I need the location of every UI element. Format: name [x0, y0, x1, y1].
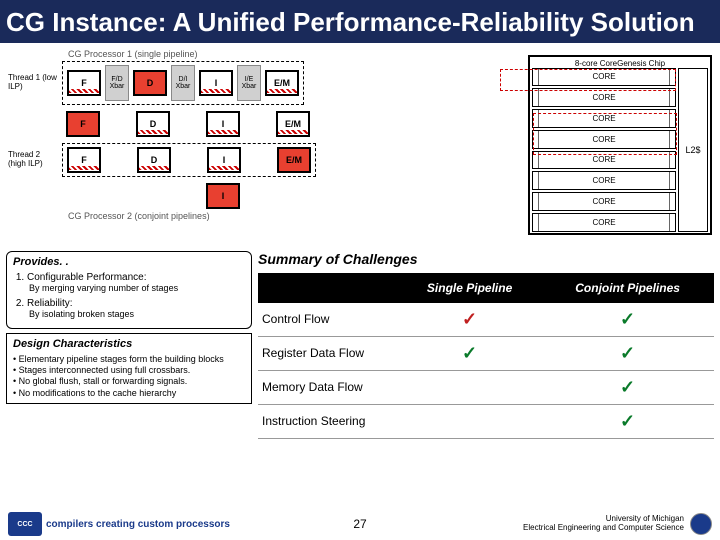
l2-cache: L2$: [678, 68, 708, 232]
provides-item: Configurable Performance:By merging vary…: [27, 272, 245, 294]
stage-em: E/M: [265, 70, 299, 96]
university-seal-icon: [690, 513, 712, 535]
design-header: Design Characteristics: [13, 338, 245, 350]
table-header-single: Single Pipeline: [398, 273, 541, 303]
stage-f: F: [67, 70, 101, 96]
chip-diagram: 8-core CoreGenesis Chip CORE CORE CORE C…: [528, 55, 712, 235]
provides-item: Reliability:By isolating broken stages: [27, 298, 245, 320]
check-icon: ✓: [541, 404, 714, 438]
stage-d3: D: [137, 147, 171, 173]
slide-title: CG Instance: A Unified Performance-Relia…: [6, 8, 714, 37]
check-icon: ✓: [541, 370, 714, 404]
check-icon: ✓: [541, 336, 714, 370]
core-cell: CORE: [532, 213, 676, 232]
core-cell: CORE: [532, 88, 676, 107]
architecture-diagram: CG Processor 1 (single pipeline) Thread …: [0, 43, 720, 251]
university-attribution: University of MichiganElectrical Enginee…: [523, 515, 684, 533]
ccc-logo-icon: CCC: [8, 512, 42, 536]
stage-d-broken: D: [133, 70, 167, 96]
stage-em-broken: E/M: [277, 147, 311, 173]
design-bullet: • No global flush, stall or forwarding s…: [13, 376, 245, 386]
table-header-conjoint: Conjoint Pipelines: [541, 273, 714, 303]
challenges-table: Single Pipeline Conjoint Pipelines Contr…: [258, 273, 714, 439]
table-row: Instruction Steering✓: [258, 404, 714, 438]
stage-i2: I: [206, 111, 240, 137]
core-cell: CORE: [532, 192, 676, 211]
stage-i-broken: I: [206, 183, 240, 209]
core-cell: CORE: [532, 171, 676, 190]
check-icon: [398, 370, 541, 404]
design-bullet: • No modifications to the cache hierarch…: [13, 388, 245, 398]
stage-em2: E/M: [276, 111, 310, 137]
check-icon: ✓: [398, 303, 541, 337]
design-bullet: • Elementary pipeline stages form the bu…: [13, 354, 245, 364]
table-header-blank: [258, 273, 398, 303]
stage-i3: I: [207, 147, 241, 173]
check-icon: ✓: [398, 336, 541, 370]
thread1-label: Thread 1 (low ILP): [8, 74, 58, 92]
table-row: Register Data Flow✓✓: [258, 336, 714, 370]
design-bullet: • Stages interconnected using full cross…: [13, 365, 245, 375]
table-row: Control Flow✓✓: [258, 303, 714, 337]
thread2-label: Thread 2 (high ILP): [8, 151, 58, 169]
page-number: 27: [353, 517, 366, 531]
stage-d2: D: [136, 111, 170, 137]
check-icon: ✓: [541, 303, 714, 337]
chip-title: 8-core CoreGenesis Chip: [532, 59, 708, 68]
slide-footer: CCC compilers creating custom processors…: [0, 512, 720, 536]
fd-xbar: F/D Xbar: [105, 65, 129, 101]
summary-header: Summary of Challenges: [258, 251, 714, 267]
stage-f3: F: [67, 147, 101, 173]
ie-xbar: I/E Xbar: [237, 65, 261, 101]
stage-f-broken: F: [66, 111, 100, 137]
design-characteristics-box: Design Characteristics • Elementary pipe…: [6, 333, 252, 404]
slide-title-bar: CG Instance: A Unified Performance-Relia…: [0, 0, 720, 43]
provides-header: Provides. .: [13, 256, 245, 268]
table-row: Memory Data Flow✓: [258, 370, 714, 404]
provides-box: Provides. . Configurable Performance:By …: [6, 251, 252, 329]
check-icon: [398, 404, 541, 438]
stage-i: I: [199, 70, 233, 96]
logo-text: compilers creating custom processors: [46, 519, 230, 530]
di-xbar: D/I Xbar: [171, 65, 195, 101]
